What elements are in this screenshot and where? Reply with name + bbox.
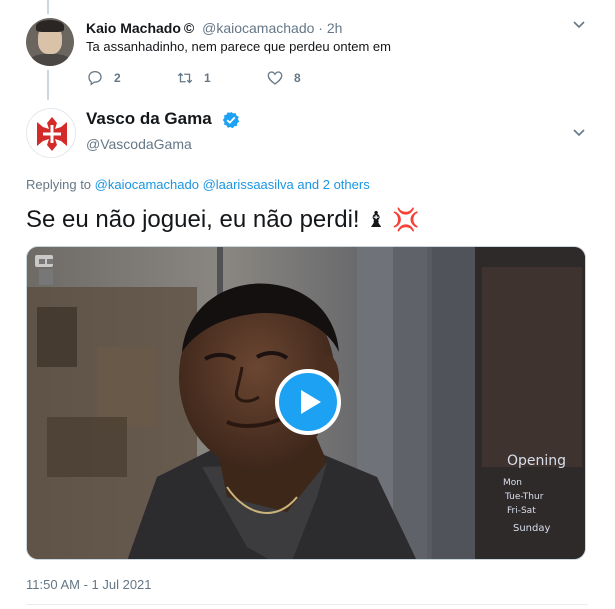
reply-handle[interactable]: @kaiocamachado [202, 20, 314, 36]
mention-link[interactable]: @kaiocamachado [95, 177, 199, 192]
sign-line-mon: Mon [503, 478, 522, 488]
video-player[interactable]: Opening Mon Tue-Thur Fri-Sat Sunday [26, 246, 586, 560]
replying-prefix: Replying to [26, 177, 92, 192]
reply-actions: 2 1 8 [86, 68, 356, 88]
like-button[interactable]: 8 [266, 69, 356, 87]
name-emoji: © [183, 20, 195, 36]
reply-display-name[interactable]: Kaio Machado [86, 20, 181, 36]
tweet-text: Se eu não joguei, eu não perdi! ♝ 💢 [26, 204, 420, 236]
reply-icon [88, 70, 102, 86]
chevron-down-icon[interactable] [572, 126, 586, 140]
verified-badge-icon [222, 111, 240, 129]
separator-dot: · [318, 20, 323, 36]
chevron-down-icon[interactable] [572, 18, 586, 32]
sign-line-opening: Opening [507, 453, 566, 469]
retweet-icon [177, 72, 193, 84]
replying-to: Replying to @kaiocamachado @laarissaasil… [26, 176, 370, 194]
mention-link[interactable]: @laarissaasilva [203, 177, 294, 192]
heart-icon [267, 71, 283, 85]
tweet-body: Se eu não joguei, eu não perdi! [26, 206, 360, 233]
main-handle[interactable]: @VascodaGama [86, 134, 192, 154]
sign-line-tue: Tue-Thur [504, 492, 544, 502]
others-link[interactable]: and 2 others [297, 177, 369, 192]
main-display-name[interactable]: Vasco da Gama [86, 108, 212, 130]
like-count: 8 [294, 71, 301, 85]
play-icon [301, 390, 321, 414]
reply-time[interactable]: 2h [327, 20, 343, 36]
reply-avatar[interactable] [26, 18, 74, 66]
retweet-count: 1 [204, 71, 211, 85]
vasco-avatar[interactable] [26, 108, 76, 158]
reply-text: Ta assanhadinho, nem parece que perdeu o… [86, 39, 391, 54]
tweet-timestamp[interactable]: 11:50 AM - 1 Jul 2021 [26, 576, 152, 594]
reply-count: 2 [114, 71, 121, 85]
divider [26, 604, 588, 605]
tweet-emojis: ♝ 💢 [366, 207, 420, 232]
sign-line-fri: Fri-Sat [507, 506, 536, 516]
retweet-button[interactable]: 1 [176, 69, 266, 87]
vasco-crest-icon [27, 109, 75, 157]
thread-connector-top [47, 0, 49, 14]
reply-button[interactable]: 2 [86, 69, 176, 87]
sign-line-sunday: Sunday [513, 523, 550, 534]
reply-header: Kaio Machado © @kaiocamachado · 2h [86, 18, 342, 38]
reply-tweet[interactable]: Kaio Machado © @kaiocamachado · 2h Ta ass… [22, 14, 615, 94]
play-button[interactable] [275, 369, 341, 435]
